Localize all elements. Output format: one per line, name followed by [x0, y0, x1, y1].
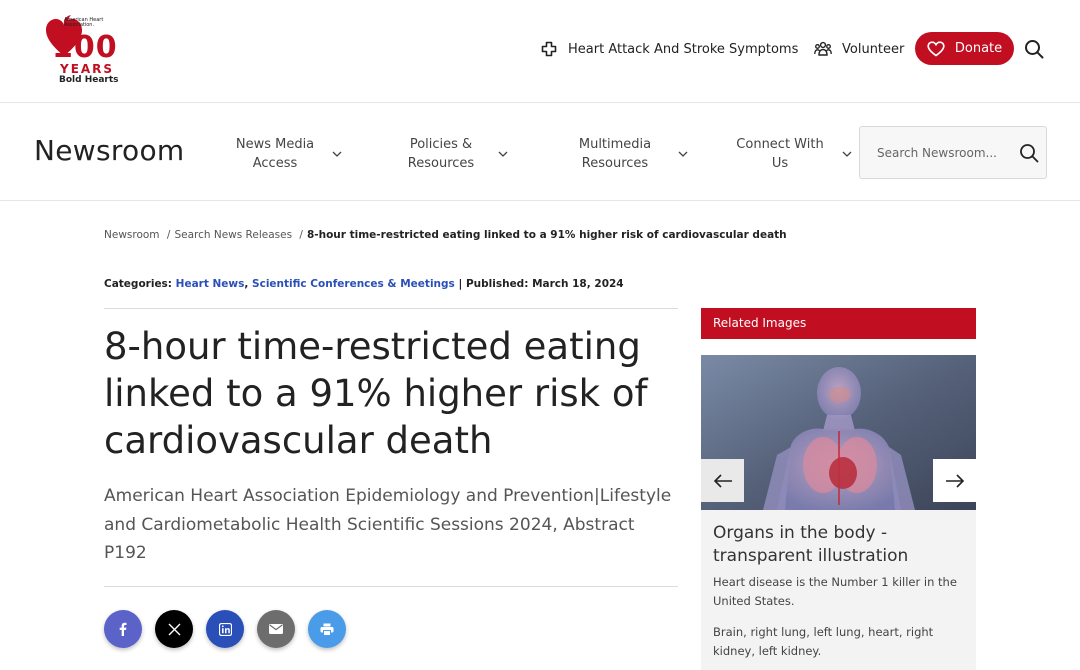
breadcrumb-link-search-news-releases[interactable]: Search News Releases	[174, 229, 292, 241]
chevron-down-icon	[332, 151, 342, 157]
symptoms-label: Heart Attack And Stroke Symptoms	[568, 41, 799, 57]
people-group-icon	[814, 40, 832, 58]
print-icon	[320, 623, 334, 636]
donate-button[interactable]: Donate	[915, 32, 1014, 65]
logo-years: YEARS	[60, 62, 115, 76]
arrow-left-icon	[713, 473, 732, 488]
breadcrumb-separator: /	[299, 229, 303, 241]
x-icon	[168, 623, 180, 635]
newsroom-search-input[interactable]	[877, 145, 1013, 160]
nav-item-multimedia-resources[interactable]: Multimedia Resources	[566, 135, 688, 173]
published-label: Published:	[465, 278, 529, 290]
medical-cross-icon	[540, 40, 558, 58]
logo-tagline: Bold Hearts	[59, 75, 119, 85]
related-images-header: Related Images	[701, 308, 976, 339]
top-header: American Heart Association. 100 YEARS Bo…	[0, 0, 1080, 103]
share-linkedin-button[interactable]	[206, 610, 244, 648]
meta-divider: |	[458, 278, 466, 290]
aha-100-years-logo[interactable]: American Heart Association. 100 YEARS Bo…	[42, 12, 124, 88]
related-image-caption: Organs in the body - transparent illustr…	[701, 510, 976, 670]
chevron-down-icon	[498, 151, 508, 157]
related-images-panel: Related Images Organs in the body - tran…	[701, 308, 976, 670]
related-image-title[interactable]: Organs in the body - transparent illustr…	[713, 522, 964, 568]
breadcrumb-link-newsroom[interactable]: Newsroom	[104, 229, 160, 241]
breadcrumb-separator: /	[166, 229, 171, 241]
nav-item-label: News Media Access	[235, 137, 315, 171]
divider	[104, 586, 678, 587]
nav-item-label: Connect With Us	[736, 137, 824, 171]
logo-org-text: American Heart Association.	[64, 17, 104, 28]
article-subhead: American Heart Association Epidemiology …	[104, 486, 672, 563]
facebook-icon	[119, 622, 127, 636]
nav-item-connect-with-us[interactable]: Connect With Us	[732, 135, 852, 173]
related-image-description-2: Brain, right lung, left lung, heart, rig…	[713, 625, 934, 658]
symptoms-link[interactable]: Heart Attack And Stroke Symptoms	[540, 40, 798, 58]
logo-100: 100	[52, 30, 118, 65]
share-x-button[interactable]	[155, 610, 193, 648]
nav-item-news-media-access[interactable]: News Media Access	[232, 135, 342, 173]
share-email-button[interactable]	[257, 610, 295, 648]
category-link-heart-news[interactable]: Heart News	[176, 278, 245, 290]
volunteer-label: Volunteer	[842, 41, 905, 57]
breadcrumb: Newsroom / Search News Releases /8-hour t…	[104, 229, 787, 241]
email-icon	[269, 624, 283, 634]
divider	[104, 308, 678, 309]
arrow-right-icon	[945, 473, 964, 488]
published-date: March 18, 2024	[532, 278, 624, 290]
nav-item-policies-resources[interactable]: Policies & Resources	[398, 135, 508, 173]
categories-label: Categories:	[104, 278, 173, 290]
heart-outline-icon	[927, 40, 945, 57]
article-headline: 8-hour time-restricted eating linked to …	[104, 325, 648, 462]
chevron-down-icon	[678, 151, 688, 157]
share-buttons	[104, 610, 359, 648]
newsroom-title[interactable]: Newsroom	[34, 134, 185, 167]
breadcrumb-current: 8-hour time-restricted eating linked to …	[306, 229, 787, 241]
category-separator: ,	[244, 278, 253, 290]
share-print-button[interactable]	[308, 610, 346, 648]
nav-item-label: Policies & Resources	[407, 137, 475, 171]
article-meta: Categories: Heart News, Scientific Confe…	[104, 278, 624, 290]
chevron-down-icon	[842, 151, 852, 157]
newsroom-search-box	[859, 126, 1047, 179]
linkedin-icon	[218, 622, 232, 636]
related-image[interactable]	[701, 355, 976, 510]
search-icon[interactable]	[1019, 143, 1039, 163]
carousel-prev-button[interactable]	[701, 459, 744, 502]
nav-item-label: Multimedia Resources	[578, 137, 652, 171]
site-search-icon[interactable]	[1024, 39, 1044, 59]
related-image-description: Heart disease is the Number 1 killer in …	[713, 575, 957, 608]
newsroom-nav: Newsroom News Media Access Policies & Re…	[0, 103, 1080, 201]
volunteer-link[interactable]: Volunteer	[814, 40, 904, 58]
donate-label: Donate	[954, 41, 1003, 56]
category-link-scientific-conferences[interactable]: Scientific Conferences & Meetings	[252, 278, 455, 290]
carousel-next-button[interactable]	[933, 459, 976, 502]
share-facebook-button[interactable]	[104, 610, 142, 648]
